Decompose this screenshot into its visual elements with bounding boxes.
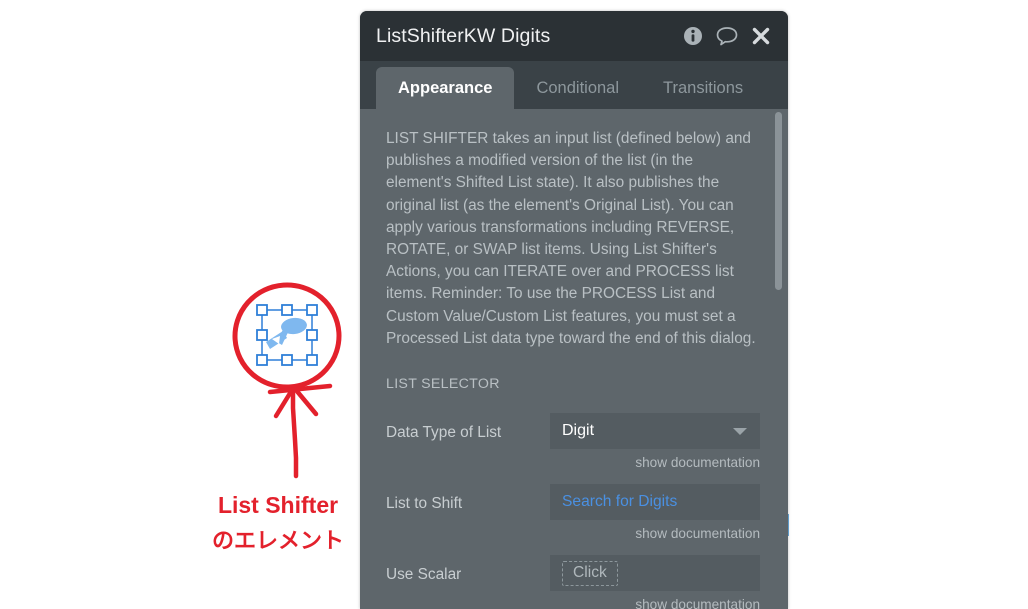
tab-conditional[interactable]: Conditional [514, 67, 641, 109]
show-documentation-link-list-to-shift[interactable]: show documentation [550, 526, 760, 541]
dialog-title-bar: ListShifterKW Digits [360, 11, 788, 61]
field-row-data-type-of-list: Data Type of List Digit show documentati… [386, 413, 760, 482]
annotation-caption-jp: のエレメント [211, 528, 344, 553]
tab-transitions[interactable]: Transitions [641, 67, 765, 109]
dialog-title: ListShifterKW Digits [376, 24, 551, 47]
field-label-data-type-of-list: Data Type of List [386, 424, 502, 442]
field-row-list-to-shift: List to Shift Search for Digits show doc… [386, 484, 760, 553]
arrow-shaft [290, 389, 299, 479]
field-row-use-scalar: Use Scalar Click show documentation [386, 555, 760, 609]
annotation-caption-en: List Shifter [217, 492, 339, 518]
dialog-tab-bar: Appearance Conditional Transitions [360, 61, 788, 109]
info-icon[interactable] [683, 26, 703, 46]
show-documentation-link-use-scalar[interactable]: show documentation [550, 597, 760, 609]
click-placeholder-use-scalar[interactable]: Click [562, 560, 618, 586]
comment-icon[interactable] [716, 26, 738, 46]
bubble-element-icon [252, 300, 322, 370]
arrow-barb-left [273, 387, 295, 419]
field-label-use-scalar: Use Scalar [386, 566, 462, 584]
field-label-list-to-shift: List to Shift [386, 495, 463, 513]
element-description: LIST SHIFTER takes an input list (define… [386, 130, 756, 347]
tab-appearance[interactable]: Appearance [376, 67, 515, 109]
dialog-scrollbar-thumb[interactable] [775, 112, 782, 290]
arrow-barb-right [293, 387, 319, 417]
dropdown-data-type-of-list[interactable]: Digit [550, 413, 760, 450]
section-label-list-selector: LIST SELECTOR [386, 376, 500, 393]
dialog-scrollbar-track[interactable] [775, 109, 785, 609]
element-properties-dialog: ListShifterKW Digits Appearance Conditio… [360, 11, 788, 609]
close-icon[interactable] [751, 26, 771, 46]
dropdown-value-data-type-of-list: Digit [562, 422, 595, 440]
expression-input-list-to-shift[interactable]: Search for Digits [550, 484, 760, 521]
annotation-layer: List Shifter のエレメント [0, 0, 360, 609]
dialog-body: LIST SHIFTER takes an input list (define… [360, 109, 788, 609]
annotation-caption: List Shifter のエレメント [198, 488, 358, 558]
expression-input-use-scalar[interactable]: Click [550, 555, 760, 592]
expression-value-list-to-shift[interactable]: Search for Digits [562, 493, 677, 511]
show-documentation-link-data-type[interactable]: show documentation [550, 455, 760, 470]
